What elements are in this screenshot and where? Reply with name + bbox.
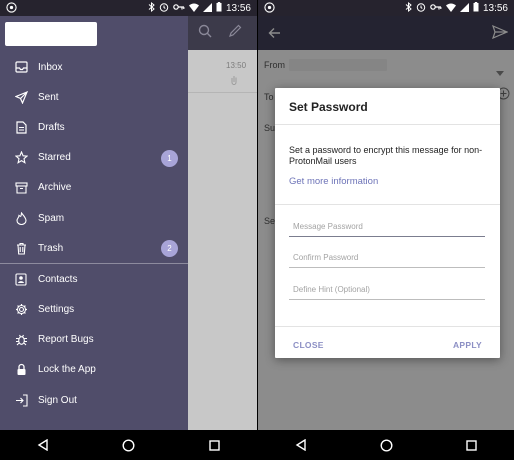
status-bar: 13:56 <box>258 0 514 16</box>
close-button[interactable]: CLOSE <box>293 340 324 350</box>
sign-out-icon <box>14 393 28 407</box>
drawer-item-label: Archive <box>38 182 72 194</box>
drawer-item-label: Lock the App <box>38 364 96 376</box>
dialog-divider <box>275 124 500 125</box>
recents-icon[interactable] <box>209 439 220 451</box>
vpn-key-icon <box>173 3 185 14</box>
signal-icon <box>202 2 212 15</box>
fire-icon <box>14 211 28 225</box>
drawer-item-label: Report Bugs <box>38 334 94 346</box>
drawer-item-starred[interactable]: Starred 1 <box>0 143 188 173</box>
drawer-item-label: Sent <box>38 91 59 103</box>
send-icon <box>14 90 28 104</box>
signal-icon <box>459 2 469 15</box>
unread-count-badge: 1 <box>161 149 178 167</box>
right-screen: 13:56 From To Su Se Set Password Set a p… <box>258 0 514 460</box>
alarm-icon <box>159 2 169 15</box>
bluetooth-icon <box>148 1 155 15</box>
get-more-information-link[interactable]: Get more information <box>289 176 378 187</box>
compose-icon[interactable] <box>228 24 242 43</box>
drawer-item-label: Contacts <box>38 273 78 285</box>
unread-count-badge: 2 <box>161 240 178 258</box>
status-time: 13:56 <box>225 3 251 14</box>
drawer-header <box>0 16 188 52</box>
drawer-item-sent[interactable]: Sent <box>0 82 188 112</box>
search-icon[interactable] <box>198 24 212 43</box>
battery-icon <box>216 2 222 15</box>
hint-field[interactable] <box>289 280 485 300</box>
app-notification-icon <box>6 2 17 16</box>
navigation-drawer: Inbox Sent Drafts Starred 1 Archive Spam Trash 2… <box>0 16 188 430</box>
nav-bar <box>258 430 514 460</box>
app-notification-icon <box>264 2 275 16</box>
drawer-scrim[interactable] <box>188 50 257 430</box>
drawer-item-spam[interactable]: Spam <box>0 203 188 233</box>
drawer-item-lock-the-app[interactable]: Lock the App <box>0 355 188 385</box>
bug-icon <box>14 333 28 347</box>
inbox-icon <box>14 60 28 74</box>
home-icon[interactable] <box>122 438 135 452</box>
drawer-item-archive[interactable]: Archive <box>0 173 188 203</box>
drawer-item-sign-out[interactable]: Sign Out <box>0 385 188 415</box>
confirm-password-field[interactable] <box>289 248 485 268</box>
gear-icon <box>14 303 28 317</box>
drawer-item-label: Inbox <box>38 61 63 73</box>
status-bar: 13:56 <box>0 0 257 16</box>
drawer-menu-folders: Inbox Sent Drafts Starred 1 Archive Spam Trash 2 <box>0 52 188 263</box>
bluetooth-icon <box>405 1 412 15</box>
home-icon[interactable] <box>380 438 393 452</box>
nav-bar <box>0 430 257 460</box>
drawer-item-trash[interactable]: Trash 2 <box>0 233 188 263</box>
star-icon <box>14 151 28 165</box>
alarm-icon <box>416 2 426 15</box>
battery-icon <box>473 2 479 15</box>
message-password-field[interactable] <box>289 217 485 237</box>
drawer-item-label: Sign Out <box>38 394 77 406</box>
dialog-divider <box>275 326 500 327</box>
document-icon <box>14 120 28 134</box>
dialog-title: Set Password <box>289 100 368 114</box>
drawer-item-drafts[interactable]: Drafts <box>0 112 188 142</box>
left-screen: 13:56 13:50 Inbox Sent Drafts Starred 1 Archi… <box>0 0 257 460</box>
vpn-key-icon <box>430 3 442 14</box>
contacts-icon <box>14 272 28 286</box>
drawer-item-settings[interactable]: Settings <box>0 295 188 325</box>
back-icon[interactable] <box>295 439 307 451</box>
drawer-item-label: Starred <box>38 152 71 164</box>
apply-button[interactable]: APPLY <box>453 340 482 350</box>
dialog-message: Set a password to encrypt this message f… <box>289 145 483 166</box>
wifi-icon <box>188 3 199 15</box>
recents-icon[interactable] <box>466 439 478 451</box>
drawer-item-label: Drafts <box>38 121 65 133</box>
dialog-divider <box>275 204 500 205</box>
trash-icon <box>14 241 28 255</box>
wifi-icon <box>445 3 456 15</box>
drawer-item-label: Spam <box>38 212 65 224</box>
back-icon[interactable] <box>37 439 49 451</box>
drawer-item-report-bugs[interactable]: Report Bugs <box>0 325 188 355</box>
drawer-menu-actions: Contacts Settings Report Bugs Lock the App S… <box>0 264 188 415</box>
drawer-item-inbox[interactable]: Inbox <box>0 52 188 82</box>
redacted-account-name <box>5 22 97 46</box>
status-time: 13:56 <box>482 3 508 14</box>
lock-icon <box>14 363 28 377</box>
drawer-item-contacts[interactable]: Contacts <box>0 264 188 294</box>
set-password-dialog: Set Password Set a password to encrypt t… <box>275 88 500 358</box>
drawer-item-label: Settings <box>38 304 75 316</box>
drawer-item-label: Trash <box>38 242 64 254</box>
archive-icon <box>14 181 28 195</box>
